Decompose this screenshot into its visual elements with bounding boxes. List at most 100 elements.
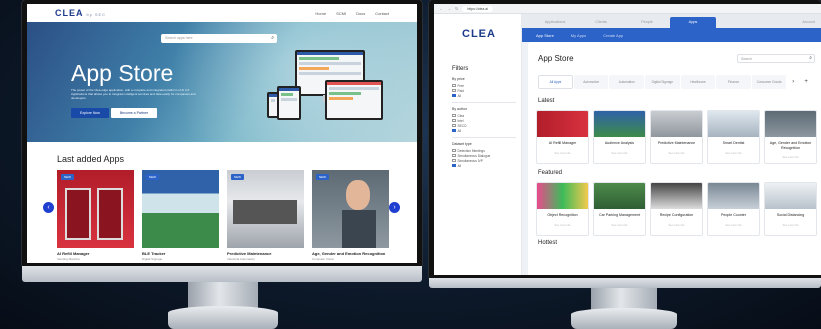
url-field[interactable]: https://clea.ai bbox=[462, 5, 493, 12]
nav-link-docs[interactable]: Docs bbox=[356, 11, 365, 16]
left-monitor: CLEA by SEC Home SCMI Docs Contact Search… bbox=[0, 0, 425, 329]
latest-row: AI Refill Manager See more info Audience … bbox=[536, 110, 817, 164]
app-tile[interactable]: Car Parking Management See more info bbox=[593, 182, 646, 236]
search-input[interactable]: Search ⌕ bbox=[737, 54, 815, 63]
subtab-my-apps[interactable]: My Apps bbox=[571, 33, 586, 38]
hero-search-input[interactable]: Search apps here ⌕ bbox=[161, 34, 277, 43]
filter-group-label: By price bbox=[452, 77, 465, 81]
divider bbox=[452, 137, 516, 138]
category-all-apps[interactable]: All Apps bbox=[538, 75, 573, 89]
tab-applications[interactable]: Applications bbox=[532, 17, 578, 28]
app-tile[interactable]: Predictive Maintenance See more info bbox=[650, 110, 703, 164]
filters-title: Filters bbox=[452, 66, 469, 72]
carousel-prev-arrow[interactable]: ‹ bbox=[43, 202, 54, 213]
divider bbox=[452, 102, 516, 103]
reload-icon[interactable]: ↻ bbox=[455, 6, 458, 11]
category-consumer-goods[interactable]: Consumer Goods bbox=[751, 75, 787, 89]
right-monitor-base bbox=[571, 308, 677, 329]
filter-group-label: By author bbox=[452, 107, 467, 111]
main-area: Applications Clients People Apps Account… bbox=[522, 14, 821, 275]
hero-search-placeholder: Search apps here bbox=[165, 36, 193, 40]
checkbox[interactable] bbox=[452, 113, 456, 118]
app-card-image: NEW bbox=[142, 170, 219, 248]
page-title: App Store bbox=[538, 54, 574, 63]
category-automotive[interactable]: Automotive bbox=[573, 75, 609, 89]
subtab-app-store[interactable]: App Store bbox=[536, 33, 554, 38]
sub-tabs: App Store My Apps Create App bbox=[522, 28, 821, 42]
site-header: CLEA by SEC Home SCMI Docs Contact bbox=[27, 4, 417, 22]
carousel-next-arrow[interactable]: › bbox=[389, 202, 400, 213]
app-tile[interactable]: Audience Analysis See more info bbox=[593, 110, 646, 164]
app-card[interactable]: NEW Age, Gender and Emotion Recognition … bbox=[312, 170, 389, 263]
checkbox[interactable] bbox=[452, 88, 456, 93]
app-card-category: Vending Machine bbox=[57, 257, 81, 261]
site-logo[interactable]: CLEA by SEC bbox=[55, 8, 106, 18]
checkbox-checked[interactable] bbox=[452, 93, 456, 98]
app-tile[interactable]: Object Recognition See more info bbox=[536, 182, 589, 236]
search-icon[interactable]: ⌕ bbox=[271, 35, 274, 41]
latest-title: Latest bbox=[538, 98, 555, 104]
app-tile[interactable]: Age, Gender and Emotion Recognition See m… bbox=[764, 110, 817, 164]
new-badge: NEW bbox=[61, 174, 74, 180]
app-carousel: NEW AI Refill Manager Vending Machine NE… bbox=[57, 170, 389, 263]
right-monitor: ← → ↻ https://clea.ai CLEA Filters By pr… bbox=[425, 0, 821, 329]
nav-link-home[interactable]: Home bbox=[315, 11, 326, 16]
category-digital-signage[interactable]: Digital Signage bbox=[645, 75, 680, 89]
back-icon[interactable]: ← bbox=[439, 6, 443, 11]
category-tabs: All Apps Automotive Automation Digital S… bbox=[538, 75, 813, 89]
app-logo[interactable]: CLEA bbox=[462, 28, 496, 40]
app-tile[interactable]: Recipe Configuration See more info bbox=[650, 182, 703, 236]
app-card-name: Predictive Maintenance bbox=[227, 251, 272, 256]
add-icon[interactable]: + bbox=[800, 75, 812, 89]
filter-option[interactable]: All bbox=[452, 163, 516, 168]
checkbox[interactable] bbox=[452, 123, 456, 128]
hottest-title: Hottest bbox=[538, 240, 558, 246]
checkbox-checked[interactable] bbox=[452, 163, 456, 168]
tab-clients[interactable]: Clients bbox=[578, 17, 624, 28]
app-tile[interactable]: People Counter See more info bbox=[707, 182, 760, 236]
forward-icon[interactable]: → bbox=[447, 6, 451, 11]
right-screen: ← → ↻ https://clea.ai CLEA Filters By pr… bbox=[434, 4, 821, 275]
top-tabs: Applications Clients People Apps Account bbox=[522, 14, 821, 28]
checkbox-checked[interactable] bbox=[452, 128, 456, 133]
filter-option[interactable]: All bbox=[452, 93, 516, 98]
new-badge: NEW bbox=[316, 174, 329, 180]
app-card-image: NEW bbox=[312, 170, 389, 248]
app-tile[interactable]: Social Distancing See more info bbox=[764, 182, 817, 236]
checkbox[interactable] bbox=[452, 148, 456, 153]
category-finance[interactable]: Finance bbox=[716, 75, 751, 89]
subtab-create-app[interactable]: Create App bbox=[603, 33, 623, 38]
explore-button[interactable]: Explore Now bbox=[71, 108, 109, 118]
new-badge: NEW bbox=[231, 174, 244, 180]
account-menu[interactable]: Account bbox=[802, 17, 815, 28]
filter-option[interactable]: All bbox=[452, 128, 516, 133]
app-card[interactable]: NEW AI Refill Manager Vending Machine bbox=[57, 170, 134, 263]
right-monitor-chin bbox=[429, 278, 821, 288]
nav-link-contact[interactable]: Contact bbox=[375, 11, 389, 16]
tab-people[interactable]: People bbox=[624, 17, 670, 28]
filters-sidebar: CLEA Filters By price Free Paid All By a… bbox=[434, 14, 522, 275]
checkbox[interactable] bbox=[452, 153, 456, 158]
category-healthcare[interactable]: Healthcare bbox=[680, 75, 716, 89]
app-store-panel: App Store Search ⌕ All Apps Automotive A… bbox=[528, 42, 821, 275]
category-automation[interactable]: Automation bbox=[609, 75, 645, 89]
app-tile[interactable]: AI Refill Manager See more info bbox=[536, 110, 589, 164]
partner-button[interactable]: Become a Partner bbox=[110, 108, 158, 118]
app-card-name: AI Refill Manager bbox=[57, 251, 90, 256]
checkbox[interactable] bbox=[452, 83, 456, 88]
chevron-right-icon[interactable]: › bbox=[787, 75, 800, 89]
checkbox[interactable] bbox=[452, 158, 456, 163]
app-card-name: BLE Tracker bbox=[142, 251, 166, 256]
app-card[interactable]: NEW BLE Tracker Digital Signage bbox=[142, 170, 219, 263]
hero-description: The power of the Clea edge application, … bbox=[71, 88, 196, 100]
featured-title: Featured bbox=[538, 170, 563, 176]
tab-apps[interactable]: Apps bbox=[670, 17, 716, 28]
app-tile[interactable]: Smart Dentist See more info bbox=[707, 110, 760, 164]
hero-title: App Store bbox=[71, 60, 174, 86]
checkbox[interactable] bbox=[452, 118, 456, 123]
search-icon[interactable]: ⌕ bbox=[809, 55, 812, 61]
app-card[interactable]: NEW Predictive Maintenance Industrial Au… bbox=[227, 170, 304, 263]
section-title: Last added Apps bbox=[57, 154, 125, 164]
left-monitor-chin bbox=[22, 266, 422, 282]
nav-link-scmi[interactable]: SCMI bbox=[336, 11, 346, 16]
